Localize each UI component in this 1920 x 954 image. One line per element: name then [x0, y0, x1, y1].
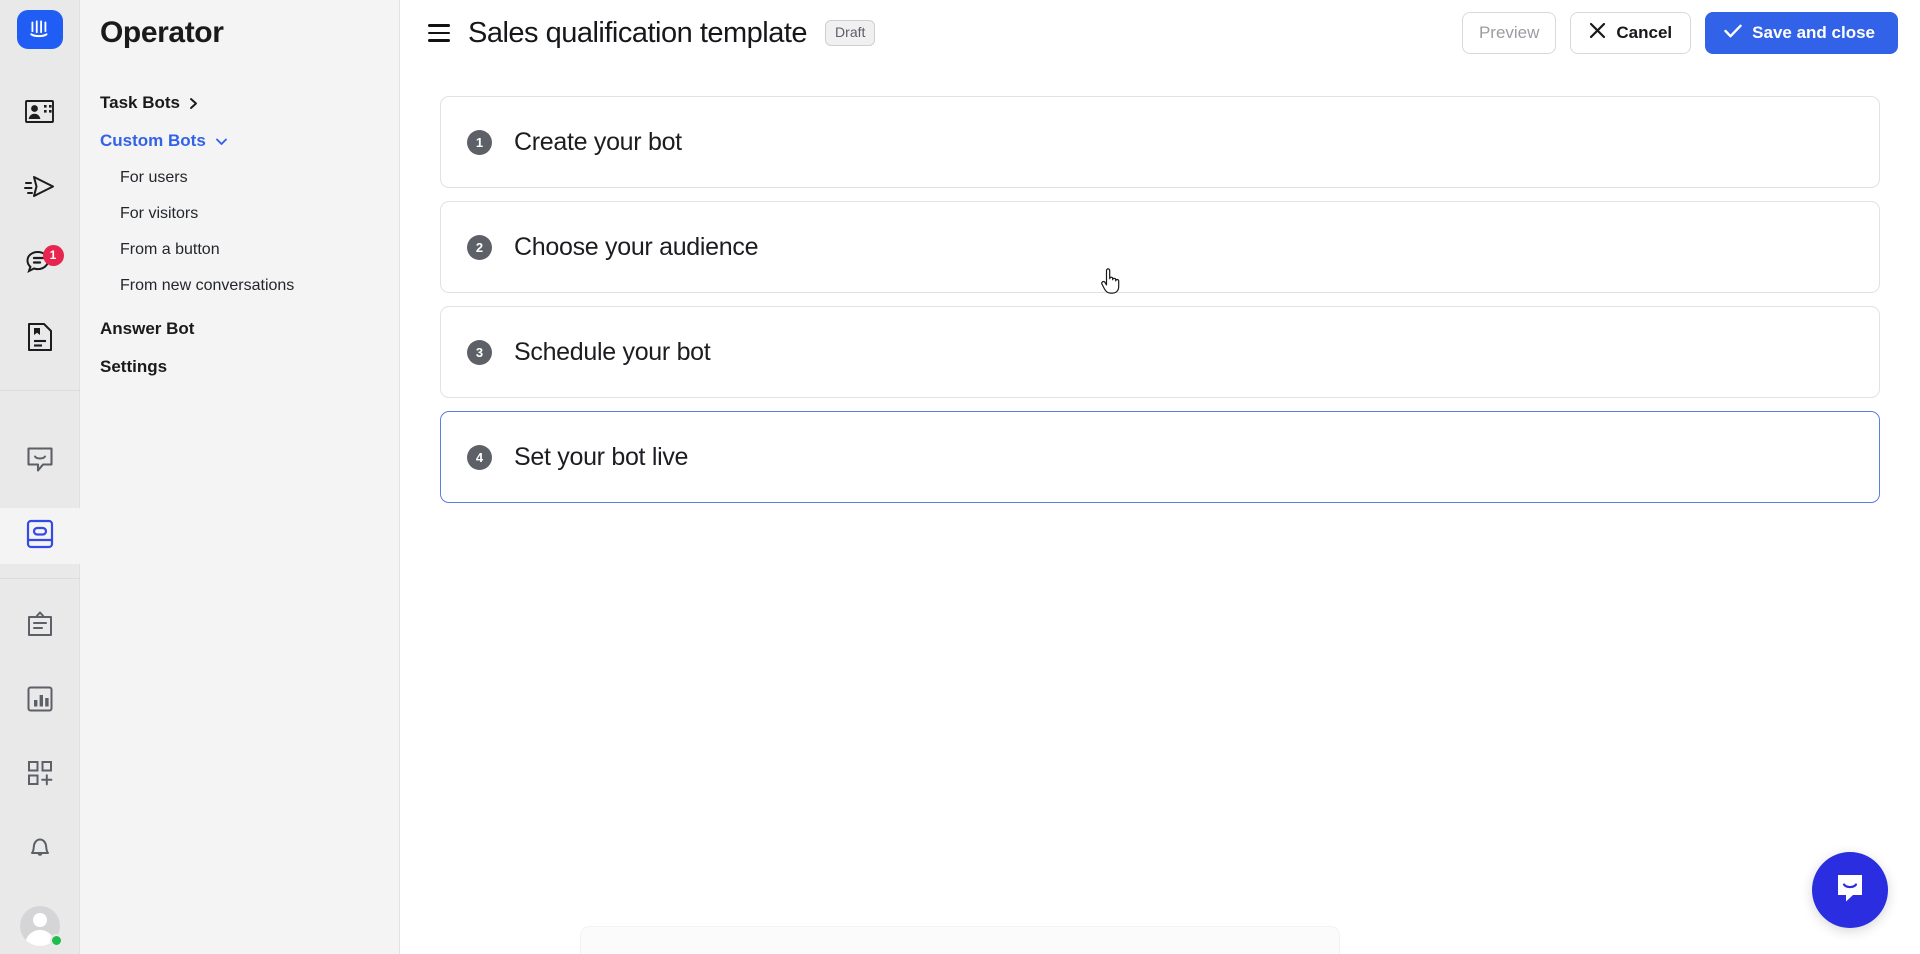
save-and-close-button[interactable]: Save and close	[1705, 12, 1898, 54]
sidebar-item-label: For visitors	[120, 205, 199, 222]
operator-bot-icon	[26, 519, 54, 554]
sidebar-title: Operator	[100, 16, 224, 49]
rail-item-apps[interactable]	[0, 748, 80, 804]
sidebar-item-label: Answer Bot	[100, 319, 195, 338]
outbound-send-icon	[23, 174, 56, 205]
apps-grid-add-icon	[26, 759, 54, 792]
status-badge: Draft	[825, 20, 876, 46]
sidebar-item-answer-bot[interactable]: Answer Bot	[80, 310, 399, 348]
rail-item-outbound[interactable]	[0, 162, 80, 218]
top-bar: Sales qualification template Draft Previ…	[400, 0, 1920, 66]
user-avatar[interactable]	[19, 905, 63, 947]
primary-icon-rail: 1	[0, 0, 80, 954]
rail-item-operator[interactable]	[0, 508, 80, 565]
sidebar-item-task-bots[interactable]: Task Bots	[80, 84, 399, 122]
check-icon	[1724, 23, 1742, 43]
articles-icon	[27, 322, 53, 357]
notifications-bell-icon	[26, 834, 54, 867]
step-label: Schedule your bot	[514, 337, 711, 366]
step-label: Create your bot	[514, 127, 682, 156]
chevron-down-icon	[215, 137, 228, 146]
step-list: 1 Create your bot 2 Choose your audience…	[400, 66, 1920, 954]
contacts-icon	[24, 99, 55, 130]
step-number-badge: 2	[467, 234, 492, 260]
sidebar-item-label: For users	[120, 169, 188, 186]
sidebar-item-label: Settings	[100, 357, 168, 376]
preview-button[interactable]: Preview	[1461, 12, 1557, 54]
sidebar-item-from-a-button[interactable]: From a button	[80, 232, 399, 268]
rail-item-conversations[interactable]: 1	[0, 237, 80, 293]
hamburger-menu-icon[interactable]	[428, 20, 454, 46]
page-title: Sales qualification template	[468, 16, 808, 49]
conversations-unread-badge: 1	[42, 244, 64, 266]
sidebar-item-from-new-conversations[interactable]: From new conversations	[80, 268, 399, 304]
rail-divider-top	[0, 389, 80, 391]
rail-item-contacts[interactable]	[0, 87, 80, 143]
rail-item-reports[interactable]	[0, 673, 80, 729]
rail-item-profile[interactable]	[0, 898, 80, 954]
step-card-3[interactable]: 3 Schedule your bot	[440, 306, 1880, 398]
online-status-dot	[49, 933, 63, 947]
step-label: Set your bot live	[514, 442, 689, 471]
step-card-2[interactable]: 2 Choose your audience	[440, 201, 1880, 293]
sidebar-item-label: Task Bots	[100, 93, 180, 112]
intercom-logo[interactable]	[16, 10, 63, 50]
main-panel: Sales qualification template Draft Previ…	[400, 0, 1920, 954]
step-number-badge: 3	[467, 339, 492, 365]
sidebar-item-settings[interactable]: Settings	[80, 348, 399, 386]
chevron-right-icon	[189, 97, 198, 110]
step-label: Choose your audience	[514, 232, 759, 261]
step-card-1[interactable]: 1 Create your bot	[440, 96, 1880, 188]
preview-button-label: Preview	[1478, 23, 1540, 42]
cancel-button-label: Cancel	[1616, 23, 1673, 42]
sidebar-item-label: Custom Bots	[100, 131, 206, 150]
step-number-badge: 4	[467, 444, 492, 470]
cancel-button[interactable]: Cancel	[1570, 12, 1692, 54]
app-root: 1 Operator Task Bots Custom Bots For use…	[0, 0, 1920, 954]
sidebar-item-for-visitors[interactable]: For visitors	[80, 196, 399, 232]
rail-item-articles[interactable]	[0, 312, 80, 368]
rail-divider-bottom	[0, 578, 80, 580]
sidebar-item-for-users[interactable]: For users	[80, 160, 399, 196]
step-card-4[interactable]: 4 Set your bot live	[440, 411, 1880, 503]
step-number-badge: 1	[467, 129, 492, 155]
sidebar-item-label: From a button	[120, 241, 220, 258]
messenger-preview-panel-edge	[580, 926, 1340, 954]
messenger-launcher-icon	[1833, 871, 1867, 910]
rail-item-notifications[interactable]	[0, 823, 80, 879]
rail-item-messenger[interactable]	[0, 433, 80, 489]
close-x-icon	[1589, 22, 1606, 44]
messenger-chat-icon	[26, 445, 54, 478]
sidebar-item-label: From new conversations	[120, 277, 295, 294]
secondary-sidebar: Operator Task Bots Custom Bots For users…	[80, 0, 400, 954]
rail-item-tasks[interactable]	[0, 598, 80, 654]
sidebar-nav: Task Bots Custom Bots For users For visi…	[80, 84, 399, 386]
messenger-launcher-button[interactable]	[1812, 852, 1888, 928]
clipboard-icon	[26, 610, 54, 643]
save-and-close-button-label: Save and close	[1752, 23, 1875, 42]
sidebar-item-custom-bots[interactable]: Custom Bots	[80, 122, 399, 160]
reports-bar-chart-icon	[26, 685, 54, 718]
